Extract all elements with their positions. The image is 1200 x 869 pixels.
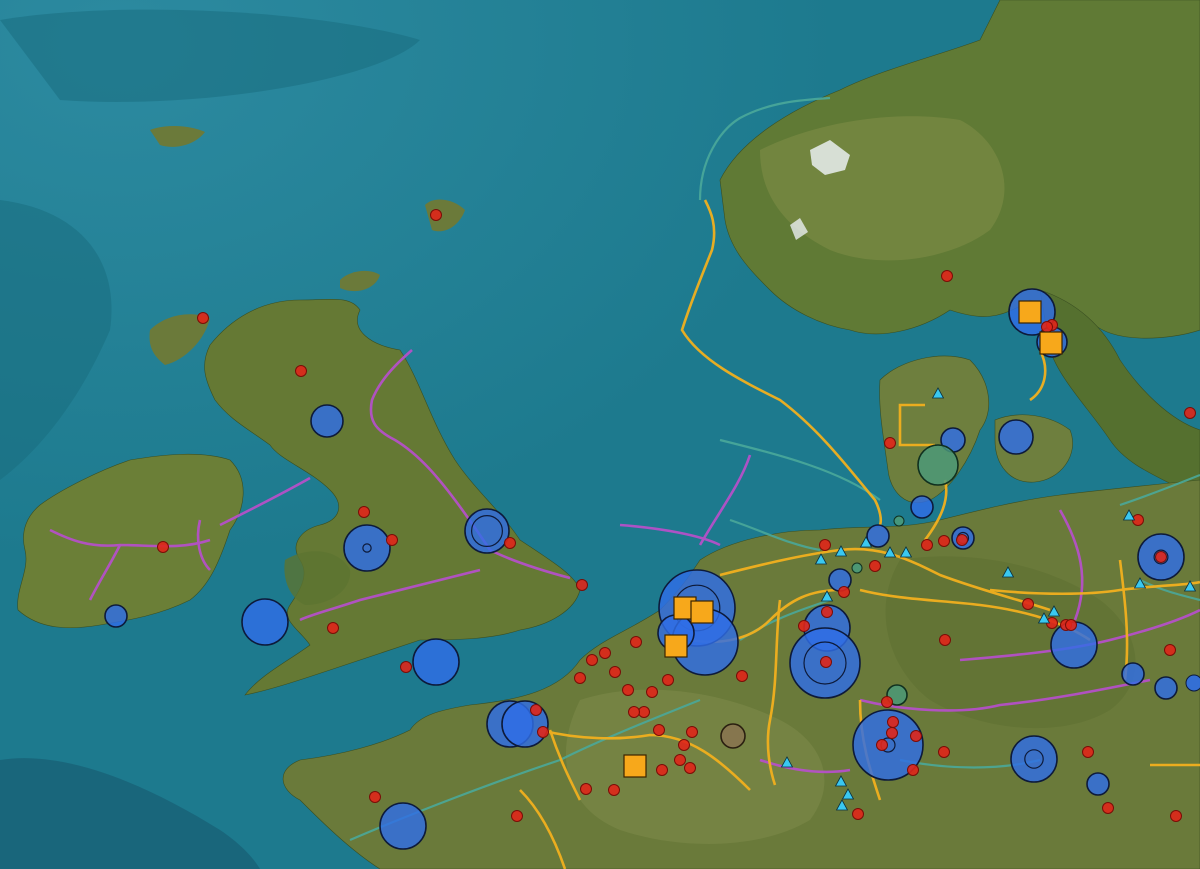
small-plant-marker[interactable]	[537, 726, 549, 738]
small-plant-marker[interactable]	[1170, 810, 1182, 822]
large-plant-marker[interactable]	[379, 802, 427, 850]
small-plant-marker[interactable]	[939, 634, 951, 646]
small-plant-marker[interactable]	[921, 539, 933, 551]
large-plant-marker[interactable]	[1086, 772, 1110, 796]
small-plant-marker[interactable]	[646, 686, 658, 698]
small-plant-marker[interactable]	[869, 560, 881, 572]
lng-terminal-marker[interactable]	[1039, 331, 1063, 355]
small-plant-marker[interactable]	[157, 541, 169, 553]
small-plant-marker[interactable]	[884, 437, 896, 449]
large-plant-marker[interactable]	[241, 598, 289, 646]
small-plant-marker[interactable]	[295, 365, 307, 377]
large-plant-marker[interactable]	[910, 495, 934, 519]
small-plant-marker[interactable]	[736, 670, 748, 682]
lng-terminal-marker[interactable]	[690, 600, 714, 624]
small-plant-marker[interactable]	[1041, 321, 1053, 333]
large-plant-marker[interactable]	[104, 604, 128, 628]
small-plant-marker[interactable]	[1022, 598, 1034, 610]
small-plant-marker[interactable]	[656, 764, 668, 776]
small-plant-marker[interactable]	[941, 270, 953, 282]
small-plant-marker[interactable]	[686, 726, 698, 738]
storage-marker[interactable]	[893, 515, 905, 527]
small-plant-marker[interactable]	[907, 764, 919, 776]
small-plant-marker[interactable]	[653, 724, 665, 736]
small-plant-marker[interactable]	[887, 716, 899, 728]
small-plant-marker[interactable]	[819, 539, 831, 551]
small-plant-marker[interactable]	[938, 535, 950, 547]
map-canvas[interactable]	[0, 0, 1200, 869]
small-plant-marker[interactable]	[1102, 802, 1114, 814]
small-plant-marker[interactable]	[430, 209, 442, 221]
large-plant-marker[interactable]	[1154, 676, 1178, 700]
small-plant-marker[interactable]	[369, 791, 381, 803]
small-plant-marker[interactable]	[910, 730, 922, 742]
small-plant-marker[interactable]	[386, 534, 398, 546]
large-plant-marker[interactable]	[310, 404, 344, 438]
large-plant-marker[interactable]	[866, 524, 890, 548]
small-plant-marker[interactable]	[662, 674, 674, 686]
small-plant-marker[interactable]	[876, 739, 888, 751]
small-plant-marker[interactable]	[576, 579, 588, 591]
small-plant-marker[interactable]	[1184, 407, 1196, 419]
small-plant-marker[interactable]	[608, 784, 620, 796]
small-plant-marker[interactable]	[197, 312, 209, 324]
small-plant-marker[interactable]	[530, 704, 542, 716]
small-plant-marker[interactable]	[574, 672, 586, 684]
small-plant-marker[interactable]	[638, 706, 650, 718]
small-plant-marker[interactable]	[327, 622, 339, 634]
small-plant-marker[interactable]	[1082, 746, 1094, 758]
storage-marker[interactable]	[851, 562, 863, 574]
large-plant-marker[interactable]	[1010, 735, 1058, 783]
small-plant-marker[interactable]	[881, 696, 893, 708]
small-plant-marker[interactable]	[674, 754, 686, 766]
small-plant-marker[interactable]	[599, 647, 611, 659]
small-plant-marker[interactable]	[852, 808, 864, 820]
small-plant-marker[interactable]	[504, 537, 516, 549]
small-plant-marker[interactable]	[511, 810, 523, 822]
small-plant-marker[interactable]	[580, 783, 592, 795]
large-plant-marker[interactable]	[412, 638, 460, 686]
small-plant-marker[interactable]	[609, 666, 621, 678]
small-plant-marker[interactable]	[622, 684, 634, 696]
map-view[interactable]	[0, 0, 1200, 869]
storage-marker[interactable]	[917, 444, 959, 486]
small-plant-marker[interactable]	[1155, 551, 1167, 563]
small-plant-marker[interactable]	[938, 746, 950, 758]
small-plant-marker[interactable]	[586, 654, 598, 666]
other-site-marker[interactable]	[720, 723, 746, 749]
small-plant-marker[interactable]	[684, 762, 696, 774]
lng-terminal-marker[interactable]	[1018, 300, 1042, 324]
lng-terminal-marker[interactable]	[664, 634, 688, 658]
small-plant-marker[interactable]	[628, 706, 640, 718]
small-plant-marker[interactable]	[798, 620, 810, 632]
small-plant-marker[interactable]	[1164, 644, 1176, 656]
lng-terminal-marker[interactable]	[623, 754, 647, 778]
small-plant-marker[interactable]	[956, 534, 968, 546]
small-plant-marker[interactable]	[358, 506, 370, 518]
large-plant-marker[interactable]	[998, 419, 1034, 455]
small-plant-marker[interactable]	[1065, 619, 1077, 631]
small-plant-marker[interactable]	[820, 656, 832, 668]
small-plant-marker[interactable]	[400, 661, 412, 673]
small-plant-marker[interactable]	[886, 727, 898, 739]
small-plant-marker[interactable]	[630, 636, 642, 648]
large-plant-marker[interactable]	[1185, 674, 1200, 692]
large-plant-marker[interactable]	[1121, 662, 1145, 686]
small-plant-marker[interactable]	[678, 739, 690, 751]
small-plant-marker[interactable]	[821, 606, 833, 618]
small-plant-marker[interactable]	[838, 586, 850, 598]
large-plant-marker[interactable]	[343, 524, 391, 572]
